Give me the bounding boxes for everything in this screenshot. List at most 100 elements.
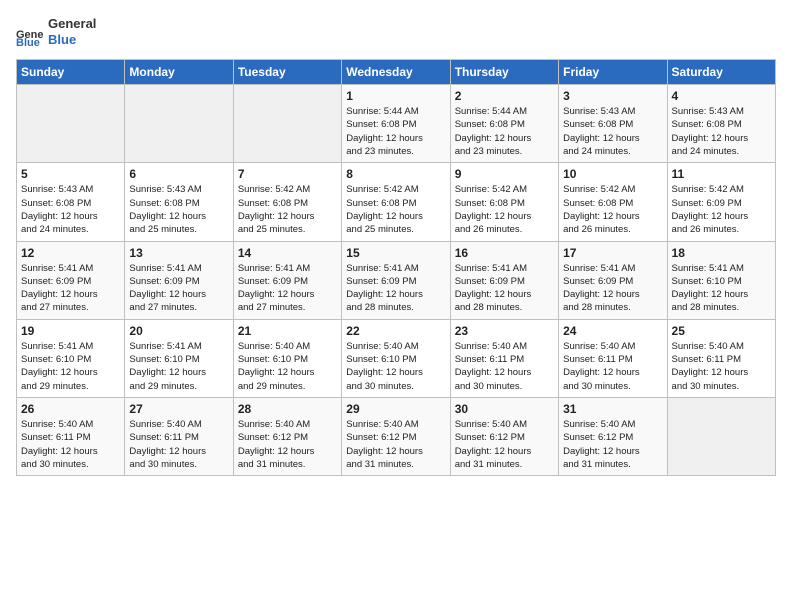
logo-general-text: General [48,16,96,32]
calendar-cell: 10 Sunrise: 5:42 AMSunset: 6:08 PMDayligh… [559,163,667,241]
day-info: Sunrise: 5:41 AMSunset: 6:09 PMDaylight:… [346,262,445,315]
day-number: 14 [238,246,337,260]
day-number: 7 [238,167,337,181]
day-number: 19 [21,324,120,338]
day-number: 20 [129,324,228,338]
day-number: 15 [346,246,445,260]
calendar-cell: 20 Sunrise: 5:41 AMSunset: 6:10 PMDayligh… [125,319,233,397]
day-number: 18 [672,246,771,260]
day-number: 4 [672,89,771,103]
calendar-week-4: 19 Sunrise: 5:41 AMSunset: 6:10 PMDayligh… [17,319,776,397]
day-number: 9 [455,167,554,181]
calendar-cell: 9 Sunrise: 5:42 AMSunset: 6:08 PMDaylight… [450,163,558,241]
day-info: Sunrise: 5:42 AMSunset: 6:08 PMDaylight:… [238,183,337,236]
calendar-cell: 6Sunrise: 5:43 AMSunset: 6:08 PMDaylight… [125,163,233,241]
day-number: 31 [563,402,662,416]
calendar-cell: 18 Sunrise: 5:41 AMSunset: 6:10 PMDayligh… [667,241,775,319]
calendar-cell: 23 Sunrise: 5:40 AMSunset: 6:11 PMDayligh… [450,319,558,397]
calendar-cell: 16 Sunrise: 5:41 AMSunset: 6:09 PMDayligh… [450,241,558,319]
day-info: Sunrise: 5:42 AMSunset: 6:08 PMDaylight:… [563,183,662,236]
day-number: 2 [455,89,554,103]
calendar-cell: 13Sunrise: 5:41 AMSunset: 6:09 PMDayligh… [125,241,233,319]
calendar-cell: 8Sunrise: 5:42 AMSunset: 6:08 PMDaylight… [342,163,450,241]
day-info: Sunrise: 5:40 AMSunset: 6:11 PMDaylight:… [455,340,554,393]
day-number: 1 [346,89,445,103]
day-info: Sunrise: 5:42 AMSunset: 6:08 PMDaylight:… [346,183,445,236]
day-info: Sunrise: 5:40 AMSunset: 6:12 PMDaylight:… [455,418,554,471]
day-info: Sunrise: 5:41 AMSunset: 6:09 PMDaylight:… [455,262,554,315]
calendar-cell: 17 Sunrise: 5:41 AMSunset: 6:09 PMDayligh… [559,241,667,319]
calendar-cell: 29Sunrise: 5:40 AMSunset: 6:12 PMDayligh… [342,397,450,475]
svg-text:Blue: Blue [16,37,40,46]
calendar-cell: 15 Sunrise: 5:41 AMSunset: 6:09 PMDayligh… [342,241,450,319]
logo-icon: General Blue [16,18,44,46]
day-info: Sunrise: 5:40 AMSunset: 6:11 PMDaylight:… [672,340,771,393]
calendar-week-1: 1 Sunrise: 5:44 AMSunset: 6:08 PMDaylight… [17,85,776,163]
calendar-header-row: SundayMondayTuesdayWednesdayThursdayFrid… [17,60,776,85]
calendar-cell: 11 Sunrise: 5:42 AMSunset: 6:09 PMDayligh… [667,163,775,241]
calendar-cell: 24Sunrise: 5:40 AMSunset: 6:11 PMDayligh… [559,319,667,397]
day-info: Sunrise: 5:41 AMSunset: 6:09 PMDaylight:… [563,262,662,315]
day-info: Sunrise: 5:43 AMSunset: 6:08 PMDaylight:… [563,105,662,158]
weekday-header-saturday: Saturday [667,60,775,85]
day-info: Sunrise: 5:41 AMSunset: 6:10 PMDaylight:… [672,262,771,315]
day-number: 28 [238,402,337,416]
day-number: 17 [563,246,662,260]
calendar-cell: 12Sunrise: 5:41 AMSunset: 6:09 PMDayligh… [17,241,125,319]
day-number: 5 [21,167,120,181]
calendar-cell: 27 Sunrise: 5:40 AMSunset: 6:11 PMDayligh… [125,397,233,475]
day-info: Sunrise: 5:44 AMSunset: 6:08 PMDaylight:… [455,105,554,158]
day-info: Sunrise: 5:43 AMSunset: 6:08 PMDaylight:… [129,183,228,236]
day-number: 21 [238,324,337,338]
weekday-header-sunday: Sunday [17,60,125,85]
day-info: Sunrise: 5:40 AMSunset: 6:10 PMDaylight:… [346,340,445,393]
calendar-cell: 31Sunrise: 5:40 AMSunset: 6:12 PMDayligh… [559,397,667,475]
calendar-cell [125,85,233,163]
day-info: Sunrise: 5:41 AMSunset: 6:10 PMDaylight:… [129,340,228,393]
day-number: 27 [129,402,228,416]
day-info: Sunrise: 5:40 AMSunset: 6:11 PMDaylight:… [21,418,120,471]
calendar-cell: 2 Sunrise: 5:44 AMSunset: 6:08 PMDaylight… [450,85,558,163]
calendar-cell: 7 Sunrise: 5:42 AMSunset: 6:08 PMDaylight… [233,163,341,241]
weekday-header-wednesday: Wednesday [342,60,450,85]
day-info: Sunrise: 5:43 AMSunset: 6:08 PMDaylight:… [672,105,771,158]
day-info: Sunrise: 5:41 AMSunset: 6:09 PMDaylight:… [238,262,337,315]
calendar-cell: 1Sunrise: 5:44 AMSunset: 6:08 PMDaylight… [342,85,450,163]
weekday-header-tuesday: Tuesday [233,60,341,85]
day-number: 30 [455,402,554,416]
day-info: Sunrise: 5:40 AMSunset: 6:11 PMDaylight:… [563,340,662,393]
day-number: 26 [21,402,120,416]
calendar-cell: 19 Sunrise: 5:41 AMSunset: 6:10 PMDayligh… [17,319,125,397]
calendar-week-3: 12 Sunrise: 5:41 AMSunset: 6:09 PMDayligh… [17,241,776,319]
calendar-cell: 14 Sunrise: 5:41 AMSunset: 6:09 PMDayligh… [233,241,341,319]
logo-blue-text: Blue [48,32,96,48]
day-info: Sunrise: 5:42 AMSunset: 6:08 PMDaylight:… [455,183,554,236]
day-info: Sunrise: 5:41 AMSunset: 6:10 PMDaylight:… [21,340,120,393]
day-number: 11 [672,167,771,181]
calendar-cell [233,85,341,163]
day-number: 3 [563,89,662,103]
calendar-table: SundayMondayTuesdayWednesdayThursdayFrid… [16,59,776,476]
day-number: 10 [563,167,662,181]
calendar-cell: 28Sunrise: 5:40 AMSunset: 6:12 PMDayligh… [233,397,341,475]
day-info: Sunrise: 5:41 AMSunset: 6:09 PMDaylight:… [129,262,228,315]
calendar-week-2: 5 Sunrise: 5:43 AMSunset: 6:08 PMDaylight… [17,163,776,241]
day-info: Sunrise: 5:40 AMSunset: 6:11 PMDaylight:… [129,418,228,471]
calendar-cell: 30 Sunrise: 5:40 AMSunset: 6:12 PMDayligh… [450,397,558,475]
calendar-cell [667,397,775,475]
weekday-header-friday: Friday [559,60,667,85]
calendar-cell: 25 Sunrise: 5:40 AMSunset: 6:11 PMDayligh… [667,319,775,397]
day-number: 16 [455,246,554,260]
calendar-cell: 3 Sunrise: 5:43 AMSunset: 6:08 PMDaylight… [559,85,667,163]
calendar-cell: 26 Sunrise: 5:40 AMSunset: 6:11 PMDayligh… [17,397,125,475]
weekday-header-thursday: Thursday [450,60,558,85]
calendar-cell: 22 Sunrise: 5:40 AMSunset: 6:10 PMDayligh… [342,319,450,397]
day-number: 23 [455,324,554,338]
day-info: Sunrise: 5:40 AMSunset: 6:12 PMDaylight:… [346,418,445,471]
calendar-cell [17,85,125,163]
day-number: 12 [21,246,120,260]
calendar-cell: 4 Sunrise: 5:43 AMSunset: 6:08 PMDaylight… [667,85,775,163]
day-number: 22 [346,324,445,338]
day-info: Sunrise: 5:42 AMSunset: 6:09 PMDaylight:… [672,183,771,236]
day-number: 25 [672,324,771,338]
